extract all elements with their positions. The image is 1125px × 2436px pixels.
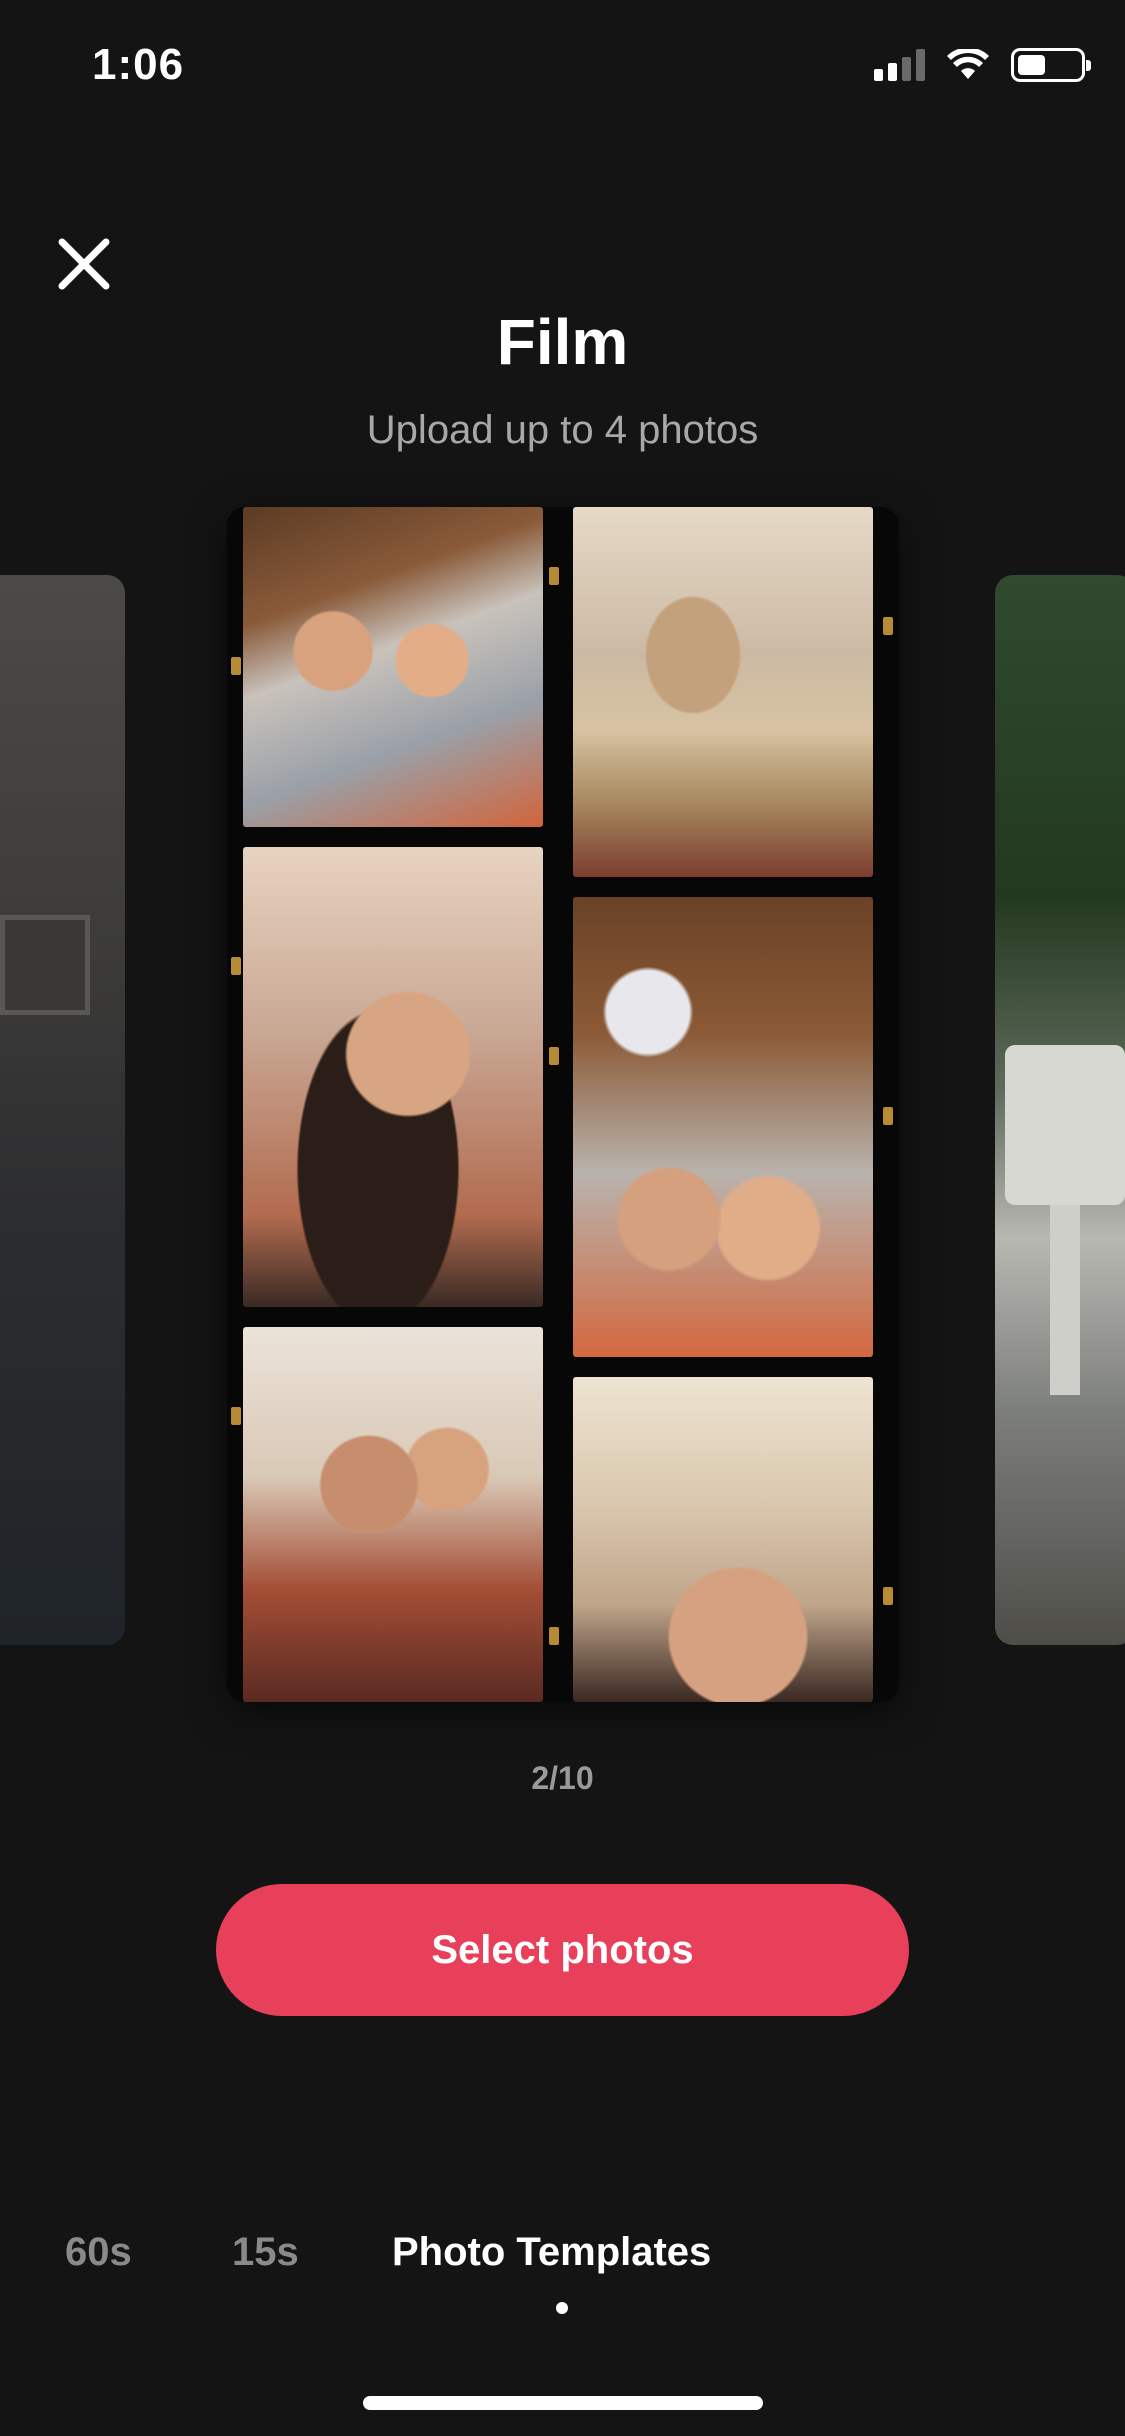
template-preview-previous[interactable]	[0, 575, 125, 1645]
battery-level	[1018, 55, 1045, 75]
film-sprocket	[231, 657, 241, 675]
preview-image-next	[1005, 1045, 1125, 1205]
signal-icon	[874, 49, 925, 81]
film-sprocket	[883, 1587, 893, 1605]
tab-photo-templates[interactable]: Photo Templates	[392, 2230, 711, 2275]
film-strip-right	[567, 507, 899, 1702]
film-sprocket	[549, 1047, 559, 1065]
film-photo	[243, 1327, 543, 1702]
film-photo	[243, 847, 543, 1307]
film-sprocket	[549, 1627, 559, 1645]
template-title: Film	[496, 306, 629, 378]
film-sprocket	[231, 957, 241, 975]
film-photo	[243, 507, 543, 827]
page-indicator: 2/10	[531, 1760, 594, 1796]
select-photos-button[interactable]: Select photos	[216, 1884, 909, 2016]
preview-image-previous	[0, 915, 90, 1015]
film-photo	[573, 897, 873, 1357]
status-icons	[874, 48, 1091, 82]
close-icon	[58, 238, 110, 290]
screen: 1:06 Film Upload up to 4 photos 2/10 Sel…	[0, 0, 1125, 2436]
film-strip-left	[227, 507, 567, 1702]
mode-tabs: 60s 15s Photo Templates	[0, 2230, 1125, 2290]
template-preview-current[interactable]	[227, 507, 899, 1702]
preview-image-next-post	[1050, 1205, 1080, 1395]
film-photo	[573, 1377, 873, 1702]
home-indicator[interactable]	[363, 2396, 763, 2410]
film-sprocket	[883, 617, 893, 635]
close-button[interactable]	[52, 232, 116, 296]
status-time: 1:06	[92, 40, 185, 89]
film-sprocket	[549, 567, 559, 585]
film-sprocket	[883, 1107, 893, 1125]
battery-icon	[1011, 48, 1091, 82]
film-photo	[573, 507, 873, 877]
tab-60s[interactable]: 60s	[65, 2230, 132, 2275]
template-subtitle: Upload up to 4 photos	[366, 408, 759, 452]
active-tab-indicator	[556, 2302, 568, 2314]
template-preview-next[interactable]	[995, 575, 1125, 1645]
film-sprocket	[231, 1407, 241, 1425]
wifi-icon	[947, 49, 989, 79]
tab-15s[interactable]: 15s	[232, 2230, 299, 2275]
